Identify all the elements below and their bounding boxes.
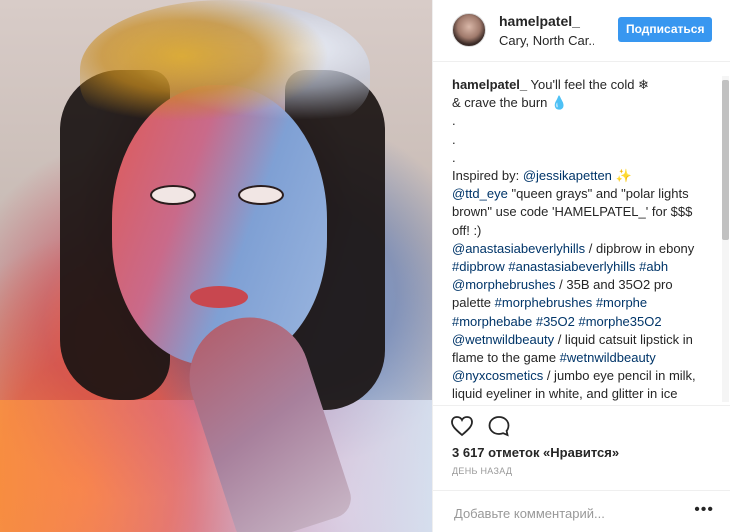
caption-text-span: flame to the game [452, 350, 560, 366]
caption-text-span: / liquid catsuit lipstick in [554, 331, 693, 347]
post-actions [433, 405, 730, 445]
follow-button[interactable]: Подписаться [618, 17, 713, 42]
comment-bubble-icon[interactable] [487, 414, 511, 438]
caption-text-span: / 35B and 35O2 pro [555, 277, 673, 293]
photo-crown [80, 0, 370, 140]
post-time: ДЕНЬ НАЗАД [452, 466, 513, 476]
caption-line: @morphebrushes / 35B and 35O2 pro [452, 276, 714, 294]
instagram-post: hamelpatel_ Cary, North Car... Подписать… [0, 0, 730, 532]
caption-line: @anastasiabeverlyhills / dipbrow in ebon… [452, 240, 714, 258]
scrollbar-thumb[interactable] [722, 80, 729, 240]
location-link[interactable]: Cary, North Car... [499, 33, 594, 48]
caption-line: @ttd_eye "queen grays" and "polar lights [452, 185, 714, 203]
caption-text-span: brown" use code 'HAMELPATEL_' for $$$ [452, 204, 693, 220]
photo-eye-right [238, 185, 284, 205]
caption-tag-link[interactable]: #morphebrushes #morphe [495, 295, 647, 310]
caption-tag-link[interactable]: @ttd_eye [452, 186, 508, 201]
caption-text-span: "queen grays" and "polar lights [507, 186, 689, 202]
caption-text-span: / jumbo eye pencil in milk, [543, 368, 696, 384]
caption-tag-link[interactable]: #wetnwildbeauty [560, 350, 656, 365]
like-heart-icon[interactable] [450, 414, 474, 438]
caption-tag-link[interactable]: @anastasiabeverlyhills [452, 241, 585, 256]
more-options-icon[interactable]: ••• [694, 501, 714, 519]
post-side-panel: hamelpatel_ Cary, North Car... Подписать… [432, 0, 730, 532]
caption-text-span: . [452, 131, 456, 147]
caption-line: @wetnwildbeauty / liquid catsuit lipstic… [452, 331, 714, 349]
photo-lips [190, 286, 248, 308]
caption-tag-link[interactable]: @morphebrushes [452, 277, 556, 292]
caption-text-span: liquid eyeliner in white, and glitter in… [452, 386, 678, 402]
caption-text-span: Inspired by: [452, 168, 523, 184]
caption-line: hamelpatel_ You'll feel the cold ❄ [452, 76, 714, 94]
caption-tag-link[interactable]: @nyxcosmetics [452, 368, 543, 383]
caption-line: off! :) [452, 222, 714, 240]
caption-text-span: & crave the burn 💧 [452, 95, 568, 111]
caption-line: #morphebabe #35O2 #morphe35O2 [452, 313, 714, 331]
caption-line: Inspired by: @jessikapetten ✨ [452, 167, 714, 185]
caption-text-span: ✨ [611, 168, 632, 184]
caption-text-span: You'll feel the cold ❄ [527, 77, 649, 92]
post-photo[interactable] [0, 0, 432, 532]
caption-text-span: off! :) [452, 222, 482, 238]
caption-line: brown" use code 'HAMELPATEL_' for $$$ [452, 203, 714, 221]
caption-text-span: palette [452, 295, 495, 311]
caption-tag-link[interactable]: #morphebabe #35O2 #morphe35O2 [452, 314, 662, 329]
caption-line: liquid eyeliner in white, and glitter in… [452, 385, 714, 403]
caption-line: . [452, 131, 714, 149]
caption-text-span: / dipbrow in ebony [585, 240, 695, 256]
likes-count[interactable]: 3 617 отметок «Нравится» [452, 445, 619, 460]
avatar[interactable] [452, 13, 486, 47]
caption-tag-link[interactable]: @jessikapetten [523, 168, 612, 183]
caption-line: flame to the game #wetnwildbeauty [452, 349, 714, 367]
caption-line: #dipbrow #anastasiabeverlyhills #abh [452, 258, 714, 276]
post-header: hamelpatel_ Cary, North Car... Подписать… [433, 0, 730, 62]
caption-line: . [452, 112, 714, 130]
caption-line: palette #morphebrushes #morphe [452, 294, 714, 312]
caption-scroll-area[interactable]: hamelpatel_ You'll feel the cold ❄ & crav… [433, 62, 730, 405]
comment-row: ••• [433, 490, 730, 532]
caption-text-span: . [452, 113, 456, 129]
caption-tag-link[interactable]: #dipbrow #anastasiabeverlyhills #abh [452, 259, 668, 274]
username-link[interactable]: hamelpatel_ [499, 13, 580, 29]
photo-eye-left [150, 185, 196, 205]
caption-line: . [452, 149, 714, 167]
caption-text-span: . [452, 149, 456, 165]
caption-text: hamelpatel_ You'll feel the cold ❄ & crav… [452, 76, 714, 405]
comment-input[interactable] [452, 502, 696, 524]
caption-line: & crave the burn 💧 [452, 94, 714, 112]
caption-username-link[interactable]: hamelpatel_ [452, 77, 527, 92]
caption-tag-link[interactable]: @wetnwildbeauty [452, 332, 554, 347]
caption-line: @nyxcosmetics / jumbo eye pencil in milk… [452, 367, 714, 385]
